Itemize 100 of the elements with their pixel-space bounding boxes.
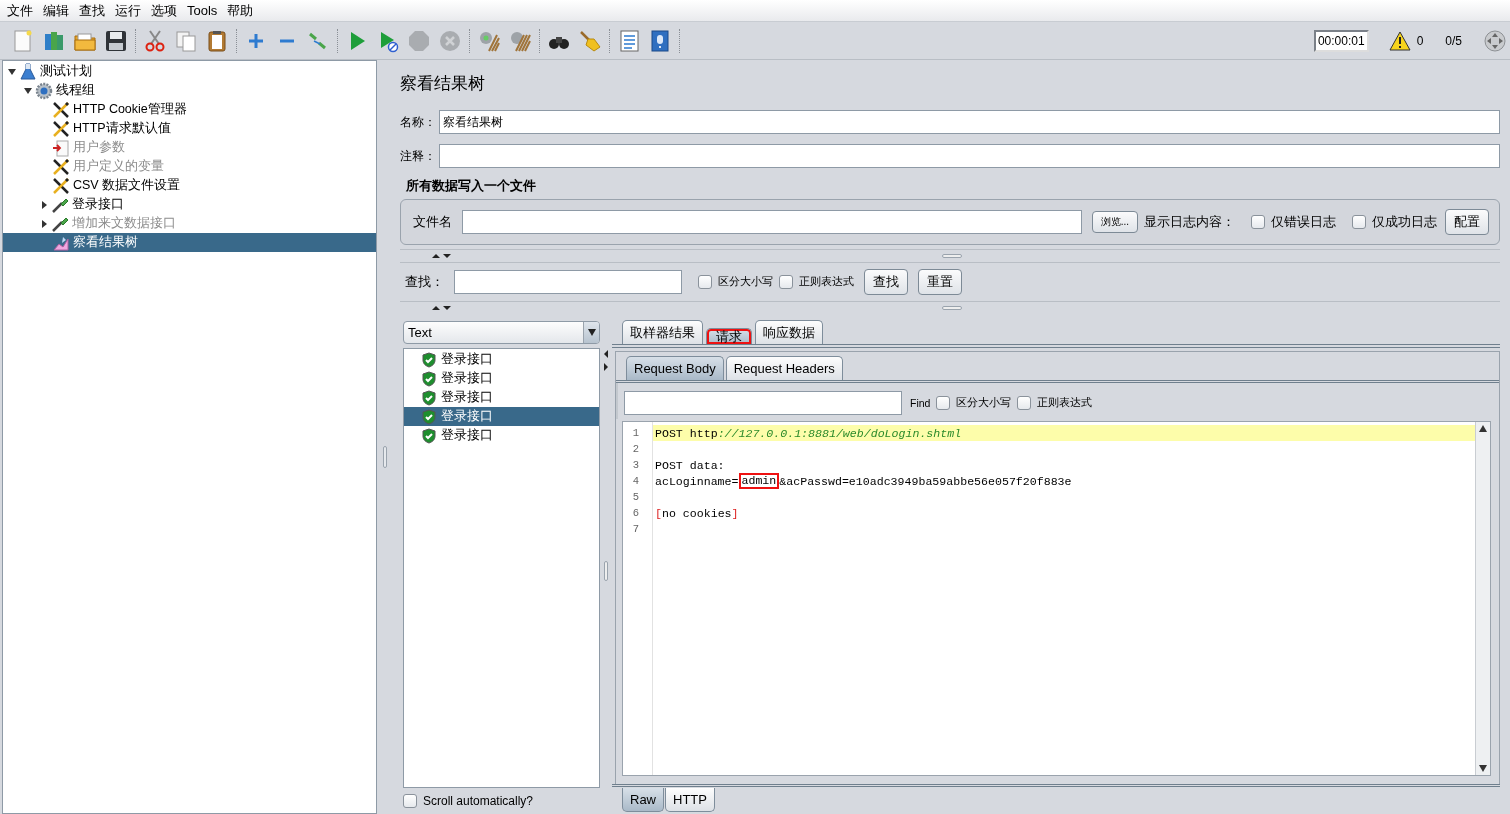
- tree-item[interactable]: 察看结果树: [3, 233, 376, 252]
- list-icon[interactable]: [617, 28, 641, 53]
- result-item[interactable]: 登录接口: [404, 407, 599, 426]
- search-button[interactable]: 查找: [864, 269, 908, 295]
- field-label: 文件名: [413, 213, 452, 231]
- menu-item[interactable]: 文件: [2, 1, 38, 20]
- line-number: 6: [631, 506, 640, 521]
- splitter-grip[interactable]: [942, 306, 962, 310]
- splitter-grip[interactable]: [942, 254, 962, 258]
- menu-item[interactable]: 编辑: [38, 1, 74, 20]
- tab[interactable]: Raw: [622, 788, 664, 812]
- tools-icon: [52, 119, 70, 138]
- line-number: 2: [631, 442, 640, 457]
- tab[interactable]: HTTP: [665, 788, 715, 812]
- filename-field[interactable]: [462, 210, 1082, 234]
- checkbox[interactable]: [403, 794, 417, 808]
- collapse-arrows-icon[interactable]: [432, 254, 451, 258]
- tab[interactable]: Request Body: [626, 356, 724, 380]
- code-line: POST data:: [654, 457, 726, 473]
- comment-field[interactable]: [439, 144, 1500, 168]
- section-heading: 所有数据写入一个文件: [406, 177, 537, 195]
- result-item[interactable]: 登录接口: [404, 426, 599, 445]
- menu-item[interactable]: 选项: [146, 1, 182, 20]
- tools-icon: [52, 157, 70, 176]
- check-shield-icon: [421, 389, 437, 406]
- result-item[interactable]: 登录接口: [404, 388, 599, 407]
- line-number: 1: [631, 426, 640, 441]
- checkbox-label: Scroll automatically?: [423, 794, 534, 808]
- paste-icon[interactable]: [205, 28, 229, 53]
- tab[interactable]: 请求: [706, 328, 752, 344]
- collapse-arrows-icon[interactable]: [604, 350, 608, 371]
- checkbox[interactable]: [1251, 215, 1265, 229]
- tree-item[interactable]: 线程组: [35, 81, 376, 100]
- save-icon[interactable]: [104, 28, 128, 53]
- field-label: Find: [910, 397, 931, 409]
- line-number: 7: [631, 522, 640, 537]
- checkbox-label: 仅错误日志: [1271, 213, 1336, 231]
- elapsed-time: 00:00:01: [1313, 29, 1369, 52]
- checkbox[interactable]: [936, 396, 951, 410]
- warning-count: 0: [1416, 33, 1424, 48]
- line-number: 3: [631, 458, 640, 473]
- gear-icon: [35, 81, 53, 100]
- code-line: [no cookies]: [654, 505, 740, 521]
- menu-item[interactable]: 运行: [110, 1, 146, 20]
- tab[interactable]: 取样器结果: [622, 320, 703, 344]
- name-field[interactable]: 察看结果树: [439, 110, 1500, 134]
- tree-item[interactable]: 测试计划: [19, 62, 376, 81]
- tree-item[interactable]: CSV 数据文件设置: [3, 176, 376, 195]
- code-line: acLoginname= admin &acPasswd=e10adc3949ba59abbe56e057f20f883e: [654, 473, 1073, 489]
- checkbox[interactable]: [1352, 215, 1366, 229]
- tree-item[interactable]: HTTP Cookie管理器: [3, 100, 376, 119]
- search-button[interactable]: 重置: [918, 269, 962, 295]
- checkbox-label: 区分大小写: [956, 396, 1012, 410]
- line-number: 4: [631, 474, 640, 489]
- code-editor[interactable]: 1 2 3 4 5 6 7 POST http://127.0.0.1:8881/web/doLogin.shtml POST data: acLoginname= admin &acPasswd=e10adc3949ba59abbe56e057f20f883e [no cookies]: [622, 421, 1491, 776]
- renderer-dropdown[interactable]: Text: [403, 321, 600, 344]
- line-number: 5: [631, 490, 640, 505]
- check-shield-icon: [421, 370, 437, 387]
- checkbox[interactable]: [779, 275, 793, 289]
- menu-item[interactable]: 查找: [74, 1, 110, 20]
- copy-icon[interactable]: [174, 28, 198, 53]
- browse-button[interactable]: 浏览...: [1091, 211, 1138, 233]
- scissors-icon[interactable]: [143, 28, 167, 53]
- tools-icon: [52, 100, 70, 119]
- tree-item[interactable]: 登录接口: [51, 195, 376, 214]
- tab[interactable]: 响应数据: [755, 320, 823, 344]
- tools-icon: [52, 176, 70, 195]
- checkbox-label: 区分大小写: [718, 275, 773, 289]
- result-item[interactable]: 登录接口: [404, 350, 599, 369]
- result-item[interactable]: 登录接口: [404, 369, 599, 388]
- check-shield-icon: [421, 351, 437, 368]
- warning-icon[interactable]: [1388, 30, 1411, 51]
- panel-title: 察看结果树: [400, 73, 486, 94]
- page-arrow-icon: [52, 138, 70, 157]
- splitter-grip[interactable]: [604, 561, 608, 581]
- menu-item[interactable]: 帮助: [222, 1, 259, 20]
- flask-icon: [19, 62, 37, 81]
- checkbox-label: 仅成功日志: [1372, 213, 1437, 231]
- broom-icon[interactable]: [578, 28, 602, 53]
- checkbox-label: 正则表达式: [1037, 396, 1093, 410]
- help-book-icon[interactable]: [648, 28, 672, 53]
- collapse-arrows-icon[interactable]: [432, 306, 451, 310]
- check-shield-icon: [421, 408, 437, 425]
- checkbox[interactable]: [698, 275, 712, 289]
- tab[interactable]: Request Headers: [725, 356, 843, 380]
- thread-count: 0/5: [1445, 33, 1462, 48]
- splitter-grip[interactable]: [383, 446, 387, 468]
- config-button[interactable]: 配置: [1445, 209, 1489, 235]
- log-label: 显示日志内容：: [1144, 213, 1235, 231]
- scrollbar[interactable]: [1475, 422, 1490, 775]
- menu-item[interactable]: Tools: [182, 3, 223, 18]
- checkbox[interactable]: [1017, 396, 1032, 410]
- checkbox-label: 正则表达式: [799, 275, 854, 289]
- find-field[interactable]: [624, 391, 902, 415]
- field-label: 注释：: [400, 147, 436, 165]
- field-label: 查找：: [405, 273, 444, 291]
- field-label: 名称：: [400, 113, 436, 131]
- search-field[interactable]: [454, 270, 682, 294]
- circle-arrows-icon: [1484, 29, 1506, 52]
- tree-item[interactable]: HTTP请求默认值: [3, 119, 376, 138]
